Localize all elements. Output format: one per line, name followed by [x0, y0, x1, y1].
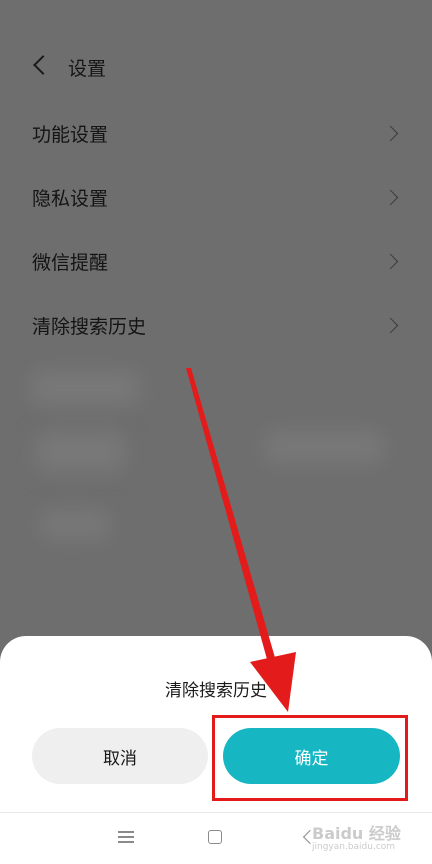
menu-item-function-settings[interactable]: 功能设置 [0, 106, 432, 166]
watermark-url: jingyan.baidu.com [312, 842, 396, 852]
menu-item-label: 清除搜索历史 [32, 316, 147, 338]
home-icon[interactable] [208, 830, 222, 844]
chevron-right-icon [382, 253, 399, 270]
blurred-content [30, 370, 140, 406]
watermark-brand: Baidu 经验 [312, 824, 401, 843]
blurred-content [40, 510, 110, 540]
cancel-button[interactable]: 取消 [32, 728, 208, 784]
header [0, 40, 432, 96]
blurred-content [36, 432, 126, 472]
blurred-content [264, 430, 384, 464]
menu-item-label: 功能设置 [32, 124, 109, 146]
menu-item-label: 微信提醒 [32, 252, 109, 274]
annotation-highlight-box [212, 715, 408, 801]
menu-icon[interactable] [118, 830, 134, 844]
menu-item-label: 隐私设置 [32, 188, 109, 210]
chevron-right-icon [382, 125, 399, 142]
dialog-title: 清除搜索历史 [165, 681, 267, 701]
chevron-right-icon [382, 317, 399, 334]
chevron-right-icon [382, 189, 399, 206]
menu-item-wechat-reminder[interactable]: 微信提醒 [0, 234, 432, 294]
page-title: 设置 [68, 58, 107, 80]
menu-item-clear-search-history[interactable]: 清除搜索历史 [0, 298, 432, 358]
watermark-logo: Baidu 经验 jingyan.baidu.com [312, 820, 432, 860]
menu-item-privacy-settings[interactable]: 隐私设置 [0, 170, 432, 230]
